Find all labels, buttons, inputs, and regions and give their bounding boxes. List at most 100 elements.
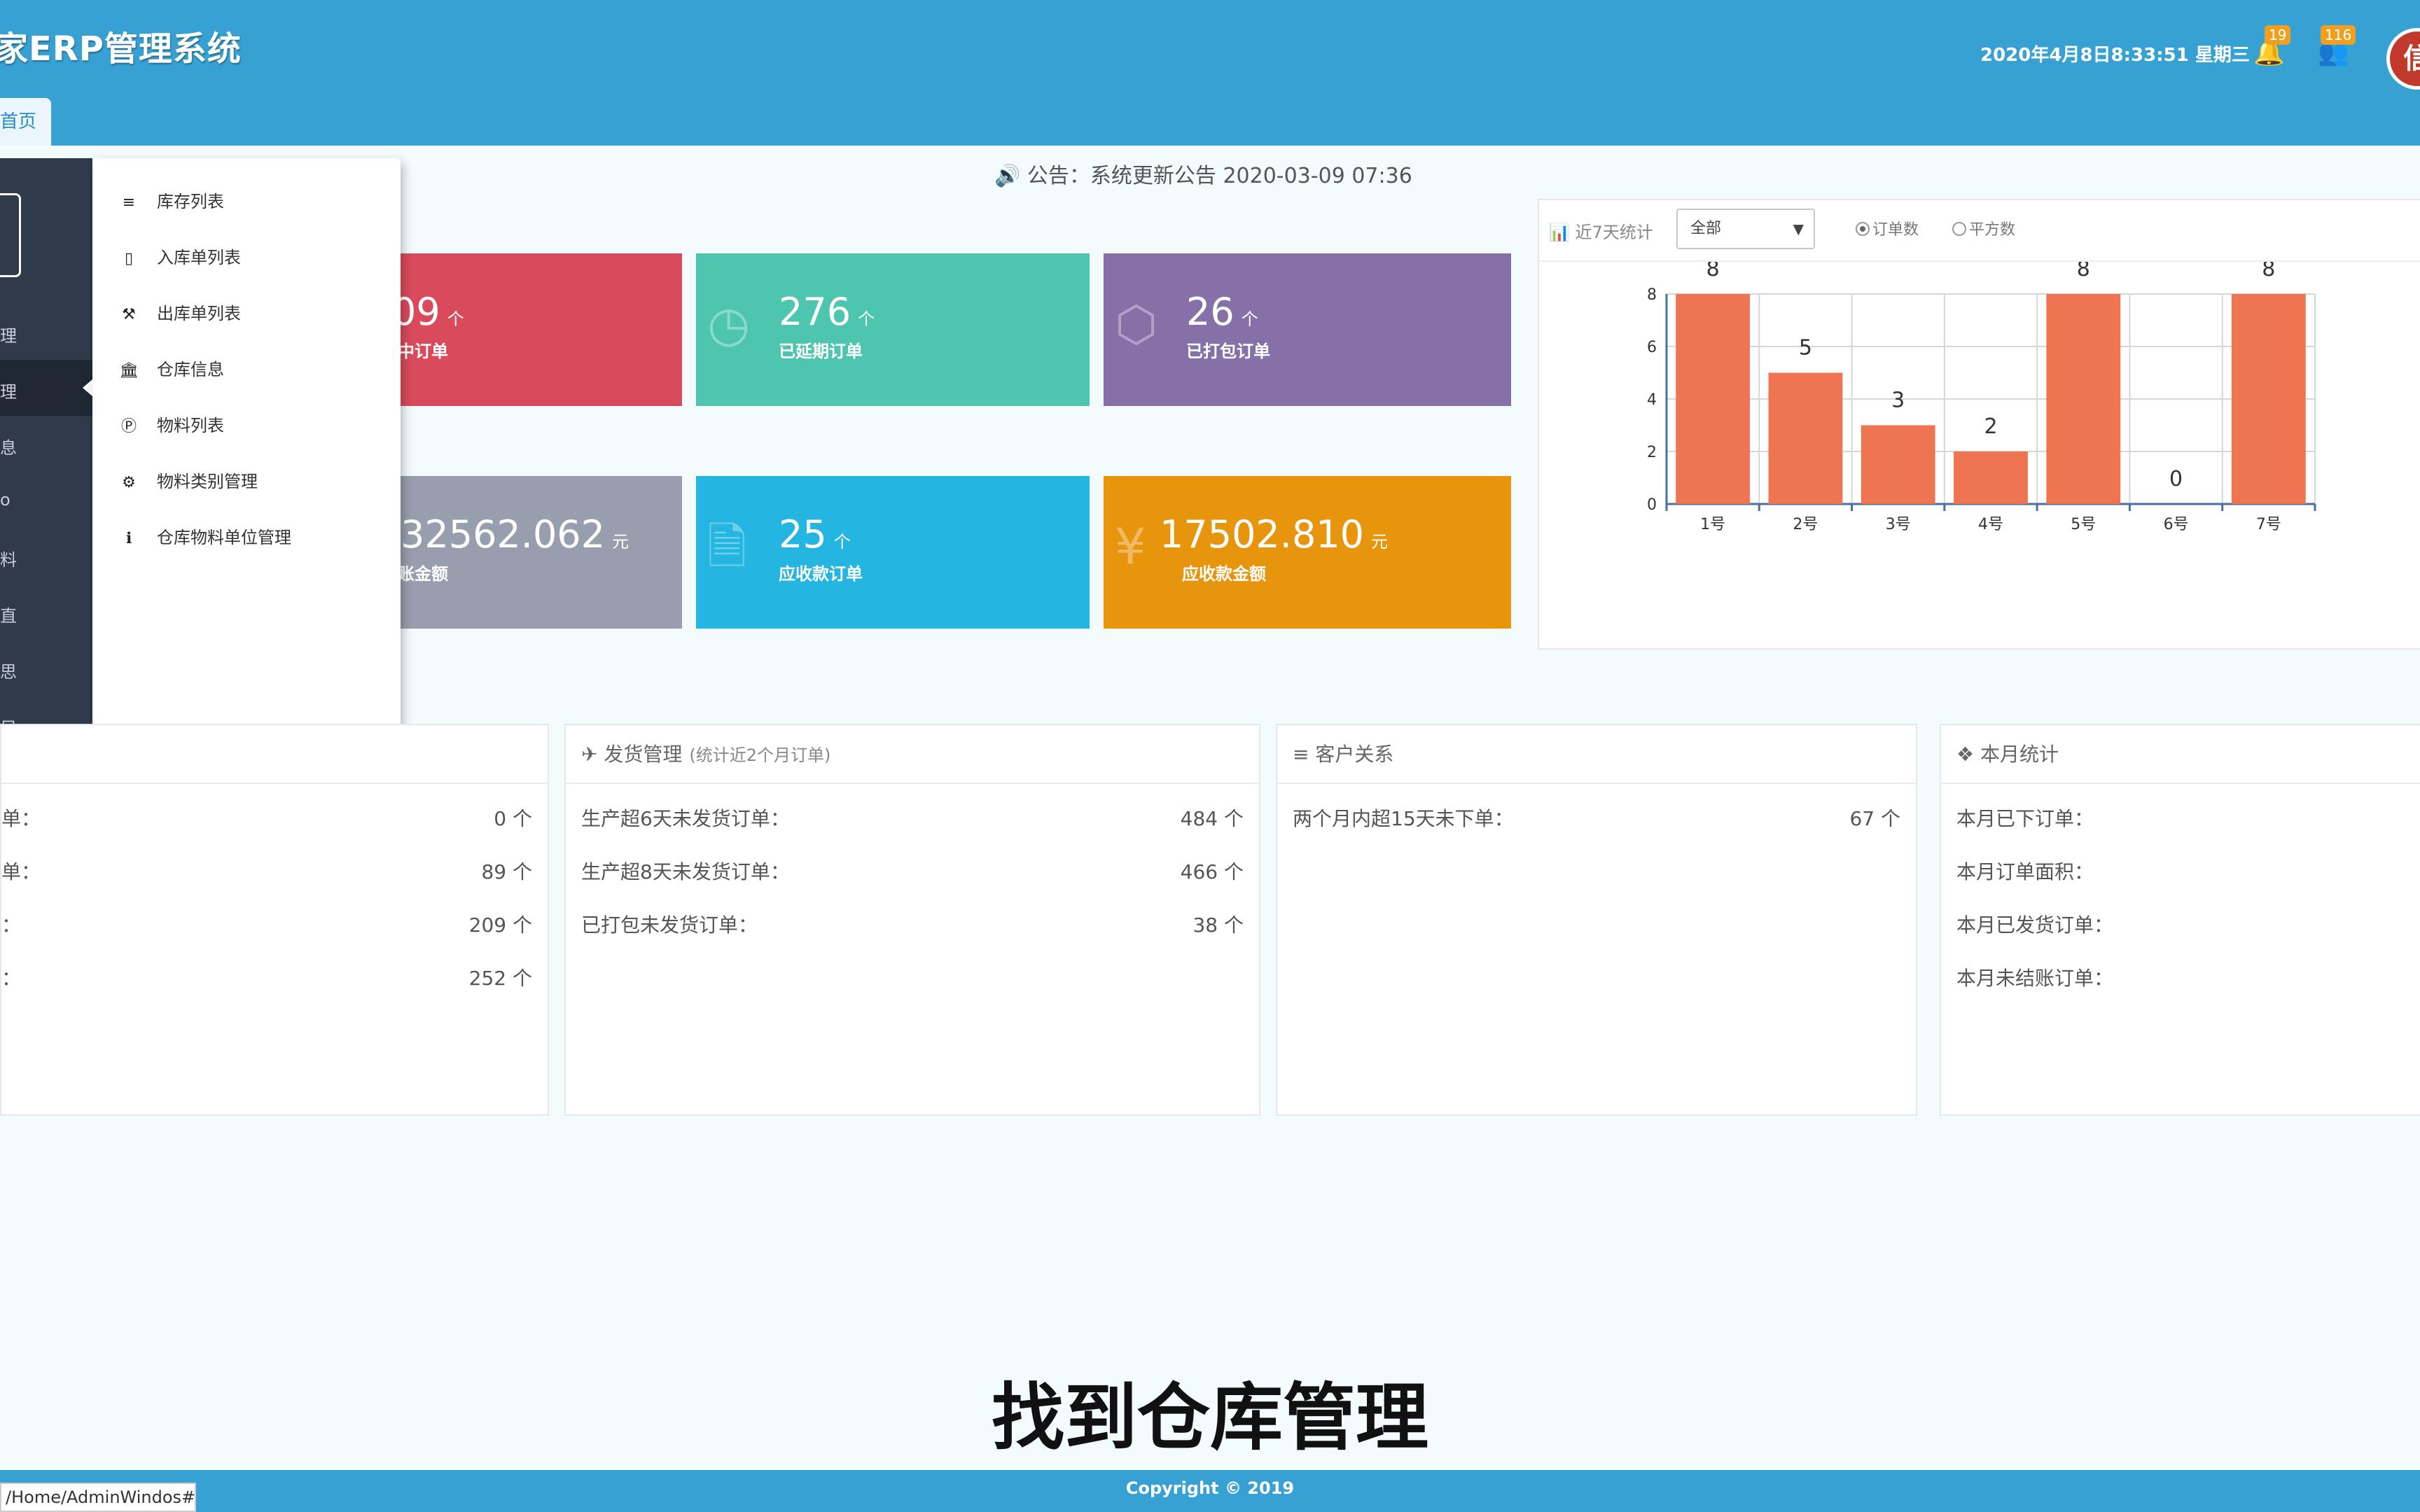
bar bbox=[2231, 294, 2306, 504]
chart-toolbar: 📊 近7天统计 全部 ▼ 订单数 平方数 bbox=[1539, 200, 2420, 262]
stat-tile-packed-orders[interactable]: ⬡ 26 个 已打包订单 bbox=[1104, 253, 1511, 406]
chart-panel: 📊 近7天统计 全部 ▼ 订单数 平方数 0 2 4 6 8 8 1号 5 2号 3 3号 2 4号 8 5… bbox=[1538, 199, 2420, 650]
panel-header bbox=[1, 725, 548, 784]
copyright-text: Copyright © 2019 bbox=[1125, 1478, 1295, 1498]
menu-item-material-unit[interactable]: ℹ 仓库物料单位管理 bbox=[115, 524, 291, 552]
stat-row: 单： 89 个 bbox=[1, 860, 532, 883]
stat-tile-receivable-amount[interactable]: ¥ 17502.810 元 应收款金额 bbox=[1104, 476, 1511, 629]
panel-header: ❖ 本月统计 bbox=[1941, 725, 2420, 784]
menu-item-material-category[interactable]: ⚙ 物料类别管理 bbox=[115, 468, 258, 496]
tile-number: 17502.810 元 bbox=[1160, 512, 1389, 556]
sidebar-item-label[interactable]: 理 bbox=[0, 322, 28, 346]
menu-item-inbound-list[interactable]: ▯ 入库单列表 bbox=[115, 244, 241, 272]
y-tick-label: 8 bbox=[1647, 286, 1657, 304]
stat-tile-delayed-orders[interactable]: ◷ 276 个 已延期订单 bbox=[696, 253, 1090, 406]
stat-row: 本月已下订单： bbox=[1956, 807, 2094, 830]
x-tick-label: 7号 bbox=[2256, 516, 2281, 533]
clock-icon: ◷ bbox=[707, 295, 751, 353]
panel-shipping: ✈ 发货管理 (统计近2个月订单) 生产超6天未发货订单： 484 个 生产超8天未… bbox=[564, 724, 1260, 1116]
video-caption: 找到仓库管理 bbox=[991, 1375, 1428, 1460]
menu-item-outbound-list[interactable]: ⚒ 出库单列表 bbox=[115, 300, 241, 328]
data-label: 8 bbox=[1706, 262, 1720, 281]
menu-item-warehouse-info[interactable]: 🏛 仓库信息 bbox=[115, 356, 224, 384]
chart-title: 📊 近7天统计 bbox=[1549, 223, 1653, 242]
sidebar-item-label[interactable]: 直 bbox=[0, 602, 28, 626]
receipt-icon: ▯ bbox=[124, 250, 134, 267]
radio-dot-icon bbox=[1952, 222, 1966, 236]
notification-badge: 19 bbox=[2265, 25, 2291, 45]
data-label: 2 bbox=[1984, 414, 1997, 439]
x-tick-label: 1号 bbox=[1700, 516, 1725, 533]
cubes-icon: ❖ bbox=[1956, 743, 1975, 766]
bar bbox=[1768, 372, 1843, 504]
panel-customer-relations: ≡ 客户关系 两个月内超15天未下单： 67 个 bbox=[1276, 724, 1917, 1116]
tile-number: 32562.062 元 bbox=[401, 512, 630, 556]
yen-icon: ¥ bbox=[1115, 518, 1146, 575]
tile-label: 应收款金额 bbox=[1182, 564, 1266, 584]
sidebar-item-label[interactable]: 料 bbox=[0, 546, 28, 570]
sidebar-item-label[interactable]: 理 bbox=[0, 378, 28, 402]
left-sidebar: 理 理 息 o 料 直 思 只 bbox=[0, 158, 92, 788]
stat-tile-amount[interactable]: 32562.062 元 账金额 bbox=[392, 476, 682, 629]
y-tick-label: 4 bbox=[1647, 391, 1657, 409]
y-tick-label: 2 bbox=[1647, 444, 1657, 461]
tile-label: 账金额 bbox=[398, 564, 448, 584]
package-icon: ⬡ bbox=[1115, 295, 1158, 353]
tile-number: 276 个 bbox=[779, 290, 875, 334]
bar bbox=[1676, 294, 1751, 504]
stat-row: 已打包未发货订单： 38 个 bbox=[581, 913, 1244, 937]
sidebar-item-label[interactable]: 息 bbox=[0, 434, 28, 458]
stat-row: 生产超6天未发货订单： 484 个 bbox=[581, 807, 1244, 830]
stat-row: 生产超8天未发货订单： 466 个 bbox=[581, 860, 1244, 883]
announcement-bar[interactable]: 🔊 公告：系统更新公告 2020-03-09 07:36 bbox=[994, 158, 1412, 189]
gavel-icon: ⚒ bbox=[122, 306, 136, 323]
announcement-text: 公告：系统更新公告 2020-03-09 07:36 bbox=[1027, 164, 1412, 188]
stat-row: 本月订单面积： bbox=[1956, 860, 2094, 883]
tile-label: 中订单 bbox=[398, 342, 448, 361]
tile-number: 25 个 bbox=[779, 512, 851, 556]
sidebar-item-label[interactable]: o bbox=[0, 490, 28, 510]
plane-icon: ✈ bbox=[581, 743, 598, 766]
data-label: 0 bbox=[2169, 467, 2183, 491]
stat-row: ： 209 个 bbox=[1, 913, 532, 937]
stat-row: 单： 0 个 bbox=[1, 807, 532, 830]
data-label: 5 bbox=[1799, 336, 1812, 360]
top-header bbox=[0, 0, 2420, 146]
x-tick-label: 2号 bbox=[1793, 516, 1818, 533]
bar-chart-icon: 📊 bbox=[1549, 223, 1570, 242]
x-tick-label: 5号 bbox=[2071, 516, 2096, 533]
data-label: 8 bbox=[2077, 262, 2090, 281]
x-tick-label: 4号 bbox=[1978, 516, 2003, 533]
x-tick-label: 3号 bbox=[1886, 516, 1911, 533]
y-tick-label: 6 bbox=[1647, 339, 1657, 356]
app-logo-title: 家ERP管理系统 bbox=[0, 29, 242, 69]
chart-filter-select[interactable]: 全部 ▼ bbox=[1676, 209, 1815, 249]
bank-icon: 🏛 bbox=[119, 362, 139, 379]
tab-home[interactable]: 首页 bbox=[0, 98, 51, 146]
warehouse-submenu: ≡ 库存列表 ▯ 入库单列表 ⚒ 出库单列表 🏛 仓库信息 Ⓟ 物料列表 ⚙ 物料类别管理 … bbox=[92, 158, 401, 788]
sidebar-item-label[interactable]: 思 bbox=[0, 658, 28, 682]
radio-order-count[interactable]: 订单数 bbox=[1856, 217, 1919, 239]
menu-item-material-list[interactable]: Ⓟ 物料列表 bbox=[115, 412, 224, 440]
menu-item-inventory-list[interactable]: ≡ 库存列表 bbox=[115, 188, 224, 216]
stat-row: 本月已发货订单： bbox=[1956, 913, 2114, 937]
bar bbox=[2046, 294, 2121, 504]
circle-p-icon: Ⓟ bbox=[120, 418, 137, 435]
panel-header: ✈ 发货管理 (统计近2个月订单) bbox=[566, 725, 1259, 784]
tile-label: 已打包订单 bbox=[1186, 342, 1270, 361]
x-tick-label: 6号 bbox=[2164, 516, 2189, 533]
user-count-badge: 116 bbox=[2321, 25, 2356, 45]
stat-row: 两个月内超15天未下单： 67 个 bbox=[1293, 807, 1900, 830]
document-icon: 🗎 bbox=[707, 518, 747, 575]
status-url: /Home/AdminWindos# bbox=[0, 1483, 196, 1512]
radio-square-meters[interactable]: 平方数 bbox=[1952, 217, 2015, 239]
data-label: 3 bbox=[1891, 388, 1905, 413]
radio-dot-icon bbox=[1856, 222, 1870, 236]
panel-orders: 单： 0 个 单： 89 个 ： 209 个 ： 252 个 bbox=[0, 724, 549, 1116]
stat-row: ： 252 个 bbox=[1, 967, 532, 990]
active-pointer bbox=[83, 379, 92, 396]
stat-tile-in-production[interactable]: 09 个 中订单 bbox=[392, 253, 682, 406]
panel-monthly-stats: ❖ 本月统计 本月已下订单： 本月订单面积： 本月已发货订单： 本月未结账订单： bbox=[1940, 724, 2420, 1116]
tile-number: 26 个 bbox=[1186, 290, 1258, 334]
stat-tile-receivable-orders[interactable]: 🗎 25 个 应收款订单 bbox=[696, 476, 1090, 629]
